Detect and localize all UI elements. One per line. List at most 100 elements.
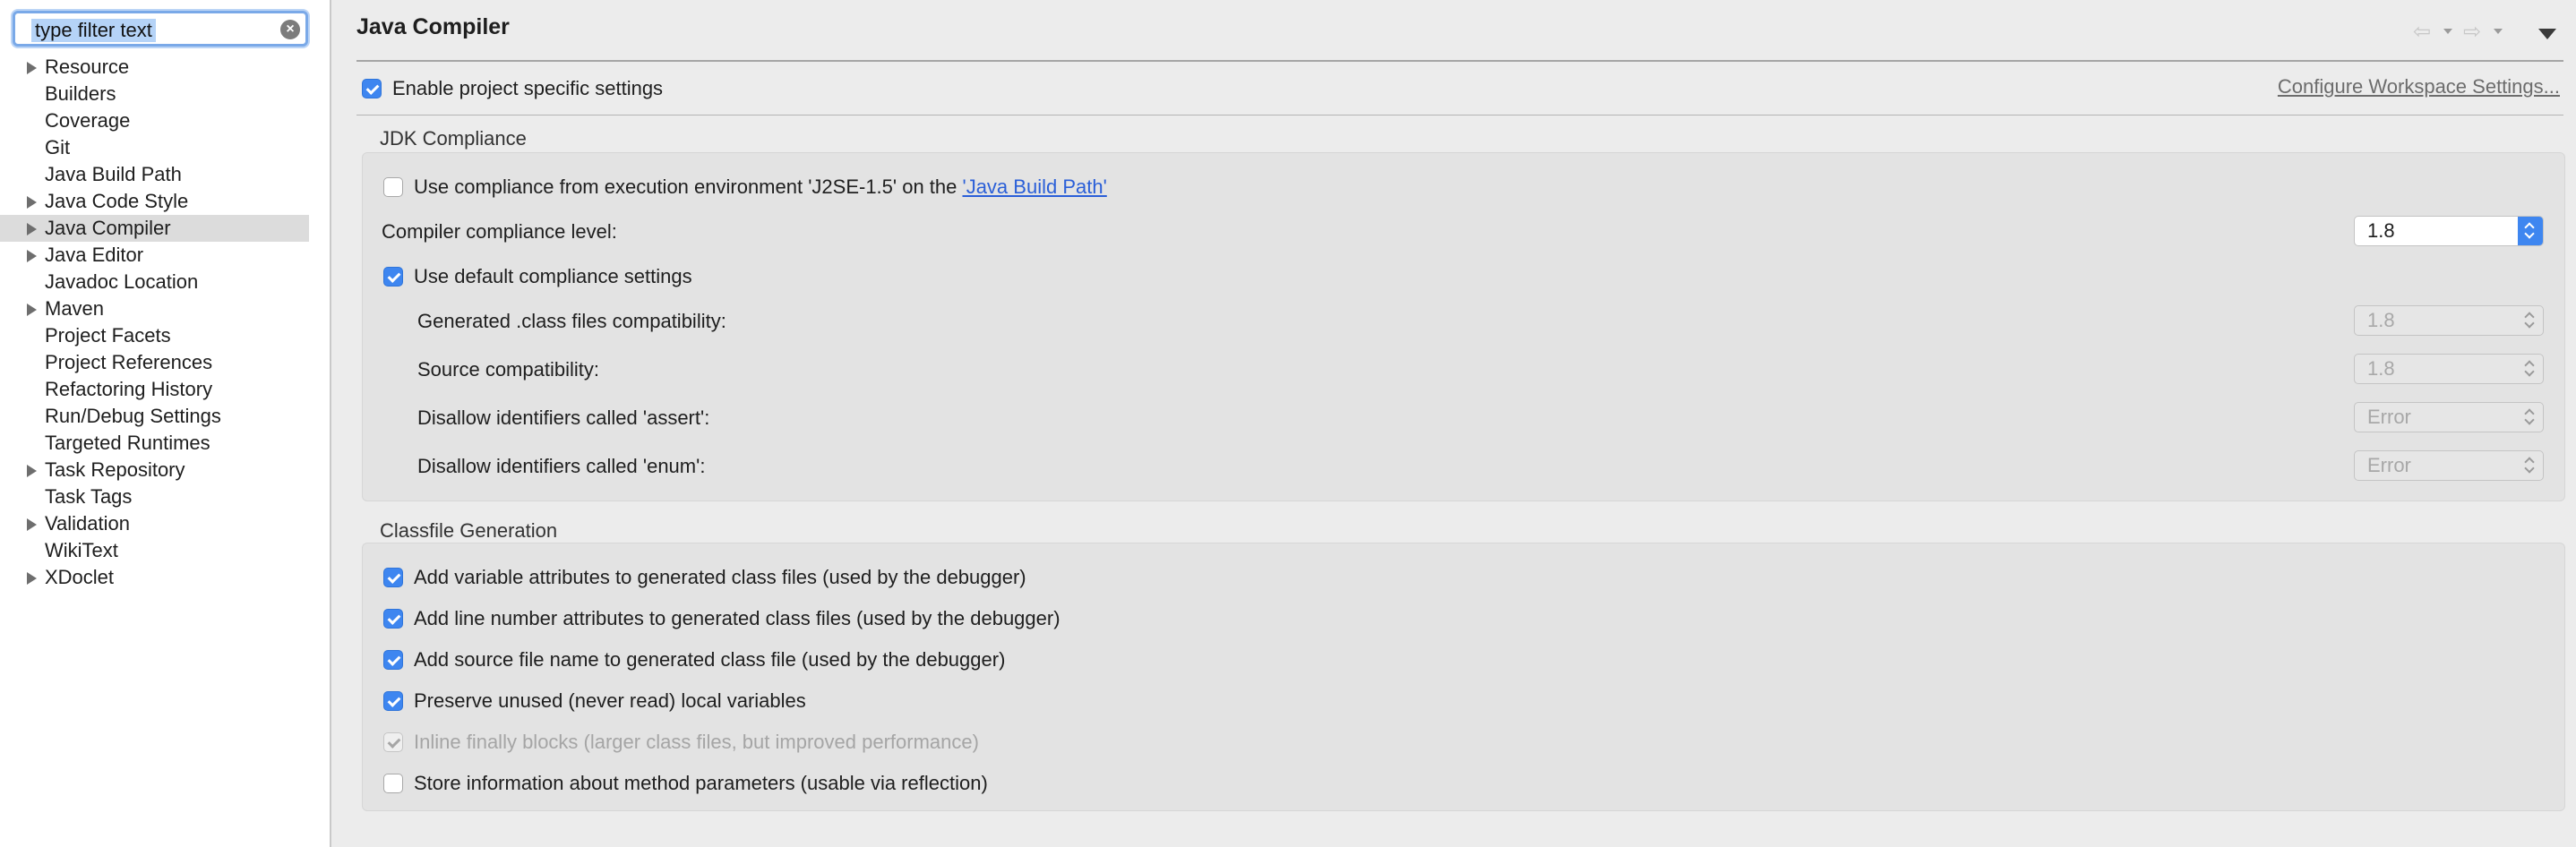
compliance-level-value: 1.8 <box>2367 219 2395 242</box>
class-compat-value: 1.8 <box>2367 309 2395 331</box>
tree-item-label: Java Editor <box>45 244 144 266</box>
tree-item-git[interactable]: Git <box>0 134 330 161</box>
forward-arrow-icon[interactable]: ⇨ <box>2463 21 2481 43</box>
source-compat-select[interactable]: 1.8 <box>2354 354 2544 384</box>
expand-arrow-icon[interactable] <box>27 62 37 74</box>
tree-item-resource[interactable]: Resource <box>0 54 330 81</box>
store-method-parameters-label: Store information about method parameter… <box>414 772 988 794</box>
select-arrows-icon <box>2518 451 2543 480</box>
tree-item-label: Task Tags <box>45 485 133 508</box>
tree-item-task-repository[interactable]: Task Repository <box>0 457 330 483</box>
compliance-level-select[interactable]: 1.8 <box>2354 216 2544 246</box>
inline-finally-blocks-label: Inline finally blocks (larger class file… <box>414 731 979 753</box>
tree-item-builders[interactable]: Builders <box>0 81 330 107</box>
class-compat-select[interactable]: 1.8 <box>2354 305 2544 336</box>
title-separator <box>356 60 2563 62</box>
tree-item-java-build-path[interactable]: Java Build Path <box>0 161 330 188</box>
tree-item-label: Targeted Runtimes <box>45 432 210 454</box>
tree-item-label: Task Repository <box>45 458 185 481</box>
expand-arrow-icon[interactable] <box>27 250 37 262</box>
configure-workspace-settings-link[interactable]: Configure Workspace Settings... <box>2278 75 2560 98</box>
enable-project-settings-checkbox[interactable] <box>362 79 382 98</box>
tree-item-label: XDoclet <box>45 566 115 588</box>
use-env-compliance-text: Use compliance from execution environmen… <box>414 175 963 198</box>
tree-item-label: Refactoring History <box>45 378 213 400</box>
filter-input[interactable]: type filter text × <box>13 11 308 47</box>
expand-arrow-icon[interactable] <box>27 465 37 477</box>
jdk-compliance-title: JDK Compliance <box>380 127 527 150</box>
assert-identifier-value: Error <box>2367 406 2411 428</box>
view-menu-icon[interactable] <box>2538 29 2556 39</box>
tree-item-label: Coverage <box>45 109 131 132</box>
source-compat-value: 1.8 <box>2367 357 2395 380</box>
expand-arrow-icon[interactable] <box>27 572 37 585</box>
preferences-tree: Resource Builders Coverage Git Java Buil… <box>0 54 330 591</box>
tree-item-label: Git <box>45 136 71 158</box>
tree-item-label: Java Code Style <box>45 190 189 212</box>
tree-item-project-references[interactable]: Project References <box>0 349 330 376</box>
add-variable-attributes-label: Add variable attributes to generated cla… <box>414 566 1026 588</box>
page-title: Java Compiler <box>356 14 510 39</box>
clear-filter-icon[interactable]: × <box>280 20 300 39</box>
back-history-caret-icon[interactable] <box>2443 29 2452 34</box>
add-source-file-name-checkbox[interactable] <box>383 650 403 670</box>
tree-item-label: Java Build Path <box>45 163 182 185</box>
expand-arrow-icon[interactable] <box>27 196 37 209</box>
tree-item-label: Javadoc Location <box>45 270 199 293</box>
use-default-compliance-checkbox[interactable] <box>383 267 403 287</box>
use-env-compliance-label: Use compliance from execution environmen… <box>414 175 1107 199</box>
tree-item-label: Run/Debug Settings <box>45 405 221 427</box>
tree-item-java-code-style[interactable]: Java Code Style <box>0 188 330 215</box>
tree-item-targeted-runtimes[interactable]: Targeted Runtimes <box>0 430 330 457</box>
tree-item-task-tags[interactable]: Task Tags <box>0 483 330 510</box>
page-navigation: ⇦ ⇨ <box>2404 18 2556 45</box>
tree-item-label: WikiText <box>45 539 118 561</box>
store-method-parameters-checkbox[interactable] <box>383 774 403 793</box>
enable-project-settings-label: Enable project specific settings <box>392 77 664 99</box>
expand-arrow-icon[interactable] <box>27 518 37 531</box>
tree-item-label: Java Compiler <box>45 217 171 239</box>
assert-identifier-select[interactable]: Error <box>2354 402 2544 432</box>
tree-item-project-facets[interactable]: Project Facets <box>0 322 330 349</box>
java-compiler-page: Java Compiler ⇦ ⇨ Enable project specifi… <box>331 0 2576 847</box>
expand-arrow-icon[interactable] <box>27 223 37 235</box>
select-arrows-icon <box>2518 355 2543 383</box>
tree-item-label: Project References <box>45 351 213 373</box>
tree-item-label: Resource <box>45 56 130 78</box>
preserve-unused-locals-label: Preserve unused (never read) local varia… <box>414 689 806 712</box>
preserve-unused-locals-checkbox[interactable] <box>383 691 403 711</box>
preferences-tree-panel: type filter text × Resource Builders Cov… <box>0 0 331 847</box>
tree-item-java-compiler[interactable]: Java Compiler <box>0 215 309 242</box>
expand-arrow-icon[interactable] <box>27 304 37 316</box>
enum-identifier-select[interactable]: Error <box>2354 450 2544 481</box>
class-compat-label: Generated .class files compatibility: <box>417 310 726 332</box>
select-arrows-icon[interactable] <box>2518 217 2543 245</box>
source-compat-label: Source compatibility: <box>417 358 599 381</box>
tree-item-run-debug-settings[interactable]: Run/Debug Settings <box>0 403 330 430</box>
tree-item-label: Maven <box>45 297 105 320</box>
filter-input-text[interactable]: type filter text <box>31 19 156 42</box>
forward-history-caret-icon[interactable] <box>2494 29 2503 34</box>
inline-finally-blocks-checkbox <box>383 732 403 752</box>
tree-item-validation[interactable]: Validation <box>0 510 330 537</box>
add-variable-attributes-checkbox[interactable] <box>383 568 403 587</box>
use-env-compliance-checkbox[interactable] <box>383 177 403 197</box>
select-arrows-icon <box>2518 306 2543 335</box>
use-default-compliance-label: Use default compliance settings <box>414 265 692 287</box>
tree-item-wikitext[interactable]: WikiText <box>0 537 330 564</box>
back-arrow-icon[interactable]: ⇦ <box>2413 21 2431 43</box>
assert-identifier-label: Disallow identifiers called 'assert': <box>417 406 710 429</box>
tree-item-label: Project Facets <box>45 324 171 346</box>
settings-separator <box>356 115 2563 116</box>
compliance-level-label: Compiler compliance level: <box>382 220 617 243</box>
add-line-number-attributes-checkbox[interactable] <box>383 609 403 629</box>
tree-item-javadoc-location[interactable]: Javadoc Location <box>0 269 330 295</box>
tree-item-refactoring-history[interactable]: Refactoring History <box>0 376 330 403</box>
tree-item-label: Builders <box>45 82 116 105</box>
tree-item-xdoclet[interactable]: XDoclet <box>0 564 330 591</box>
tree-item-coverage[interactable]: Coverage <box>0 107 330 134</box>
add-source-file-name-label: Add source file name to generated class … <box>414 648 1006 671</box>
tree-item-java-editor[interactable]: Java Editor <box>0 242 330 269</box>
java-build-path-link[interactable]: 'Java Build Path' <box>963 175 1107 198</box>
tree-item-maven[interactable]: Maven <box>0 295 330 322</box>
